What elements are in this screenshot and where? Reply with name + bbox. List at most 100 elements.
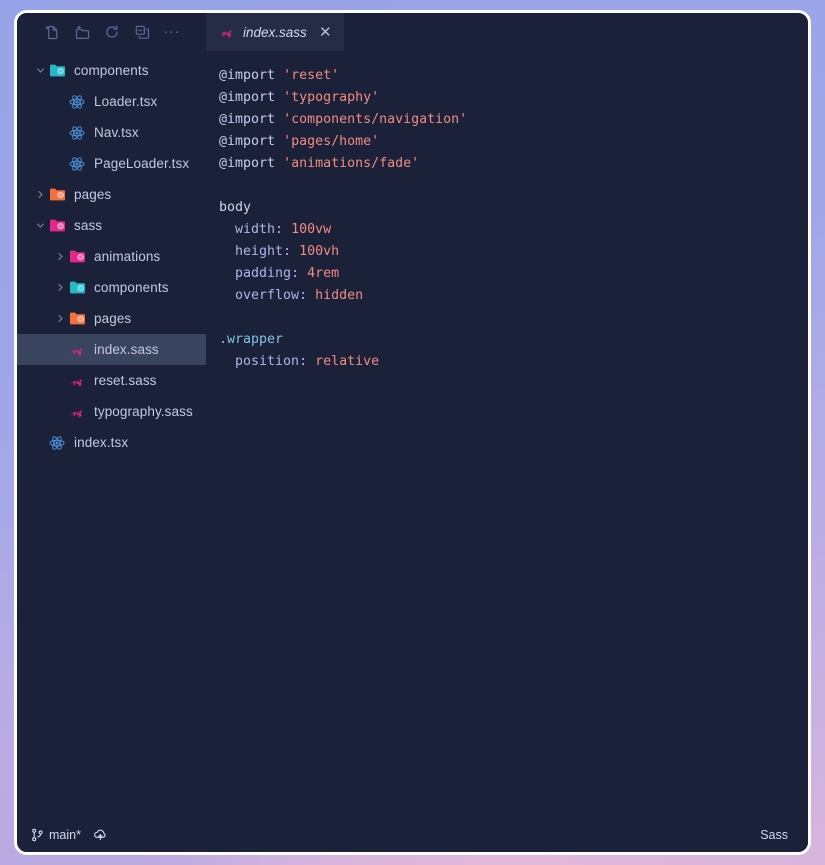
code-line: width: 100vw <box>219 219 808 241</box>
chevron-right-icon[interactable] <box>33 190 47 199</box>
explorer-item-animations[interactable]: animations <box>17 241 206 272</box>
chevron-down-icon[interactable] <box>33 66 47 75</box>
chevron-right-icon[interactable] <box>53 252 67 261</box>
code-token: 100vh <box>299 244 340 259</box>
code-token: 4rem <box>307 266 340 281</box>
folder-pages-icon <box>67 311 87 326</box>
code-token: body <box>219 200 252 215</box>
code-token: hidden <box>315 288 364 303</box>
refresh-icon[interactable] <box>101 21 123 43</box>
explorer-item-label: index.tsx <box>74 435 129 450</box>
sass-icon <box>67 373 87 389</box>
code-token: position <box>219 354 300 369</box>
explorer-item-pages[interactable]: pages <box>17 303 206 334</box>
tab-label: index.sass <box>243 24 307 40</box>
explorer-item-label: Loader.tsx <box>94 94 158 109</box>
explorer-item-label: components <box>74 63 149 78</box>
explorer-item-label: animations <box>94 249 161 264</box>
code-token: : <box>299 288 316 303</box>
code-token: : <box>275 222 292 237</box>
status-bar: main* Sass <box>17 818 808 852</box>
code-line: position: relative <box>219 351 808 373</box>
explorer-item-label: sass <box>74 218 103 233</box>
explorer-item-index-sass[interactable]: index.sass <box>17 334 206 365</box>
code-line: height: 100vh <box>219 241 808 263</box>
folder-pages-icon <box>47 187 67 202</box>
code-line: @import 'components/navigation' <box>219 109 808 131</box>
code-token: @import <box>219 134 276 149</box>
folder-sass-icon <box>47 218 67 233</box>
code-token: @import <box>219 156 276 171</box>
folder-components-icon <box>47 63 67 78</box>
code-line: overflow: hidden <box>219 285 808 307</box>
code-token: @import <box>219 112 276 127</box>
explorer-item-label: pages <box>74 187 112 202</box>
code-token: relative <box>315 354 380 369</box>
react-icon <box>67 94 87 110</box>
explorer-item-loader-tsx[interactable]: Loader.tsx <box>17 86 206 117</box>
new-file-icon[interactable] <box>41 21 63 43</box>
code-token: : <box>283 244 300 259</box>
tab-strip: index.sass ✕ <box>206 13 808 51</box>
folder-animations-icon <box>67 249 87 264</box>
close-icon[interactable]: ✕ <box>318 25 333 40</box>
folder-components-icon <box>67 280 87 295</box>
code-editor[interactable]: @import 'reset' @import 'typography' @impo… <box>206 51 808 818</box>
explorer-item-nav-tsx[interactable]: Nav.tsx <box>17 117 206 148</box>
code-token: : <box>291 266 308 281</box>
explorer-item-label: PageLoader.tsx <box>94 156 190 171</box>
explorer-item-label: pages <box>94 311 132 326</box>
explorer-item-pageloader-tsx[interactable]: PageLoader.tsx <box>17 148 206 179</box>
git-branch-item[interactable]: main* <box>31 828 81 842</box>
explorer-item-typography-sass[interactable]: typography.sass <box>17 396 206 427</box>
code-line: @import 'typography' <box>219 87 808 109</box>
more-actions-label: ... <box>163 20 181 37</box>
explorer-item-label: components <box>94 280 169 295</box>
editor-window: ... index.sass ✕ components Loader.tsx Nav… <box>14 10 811 855</box>
chevron-down-icon[interactable] <box>33 221 47 230</box>
chevron-right-icon[interactable] <box>53 283 67 292</box>
explorer-item-index-tsx[interactable]: index.tsx <box>17 427 206 458</box>
chevron-right-icon[interactable] <box>53 314 67 323</box>
code-token: 'reset' <box>283 68 340 83</box>
explorer-item-reset-sass[interactable]: reset.sass <box>17 365 206 396</box>
react-icon <box>47 435 67 451</box>
explorer-toolbar: ... <box>17 13 206 51</box>
explorer-item-pages[interactable]: pages <box>17 179 206 210</box>
code-token: width <box>219 222 276 237</box>
explorer-item-components[interactable]: components <box>17 272 206 303</box>
code-token: padding <box>219 266 292 281</box>
explorer-item-sass[interactable]: sass <box>17 210 206 241</box>
code-token: 'components/navigation' <box>283 112 468 127</box>
file-explorer: components Loader.tsx Nav.tsx PageLoader.ts… <box>17 51 206 818</box>
sass-icon <box>67 342 87 358</box>
react-icon <box>67 156 87 172</box>
code-token: 'pages/home' <box>283 134 380 149</box>
react-icon <box>67 125 87 141</box>
code-token: 100vw <box>291 222 332 237</box>
explorer-item-label: Nav.tsx <box>94 125 139 140</box>
code-content: @import 'reset' @import 'typography' @impo… <box>219 65 808 373</box>
language-mode-button[interactable]: Sass <box>760 828 788 842</box>
git-branch-label: main* <box>49 828 81 842</box>
sass-icon <box>220 24 234 40</box>
code-line: @import 'reset' <box>219 65 808 87</box>
sync-item[interactable] <box>93 828 108 842</box>
code-token: @import <box>219 68 276 83</box>
git-branch-icon <box>31 828 44 842</box>
explorer-item-label: typography.sass <box>94 404 193 419</box>
sass-icon <box>67 404 87 420</box>
explorer-item-components[interactable]: components <box>17 55 206 86</box>
collapse-all-icon[interactable] <box>131 21 153 43</box>
code-token: 'animations/fade' <box>283 156 420 171</box>
new-folder-icon[interactable] <box>71 21 93 43</box>
more-actions-icon[interactable]: ... <box>161 21 183 43</box>
code-line: body <box>219 197 808 219</box>
tab-index-sass[interactable]: index.sass ✕ <box>206 13 344 51</box>
